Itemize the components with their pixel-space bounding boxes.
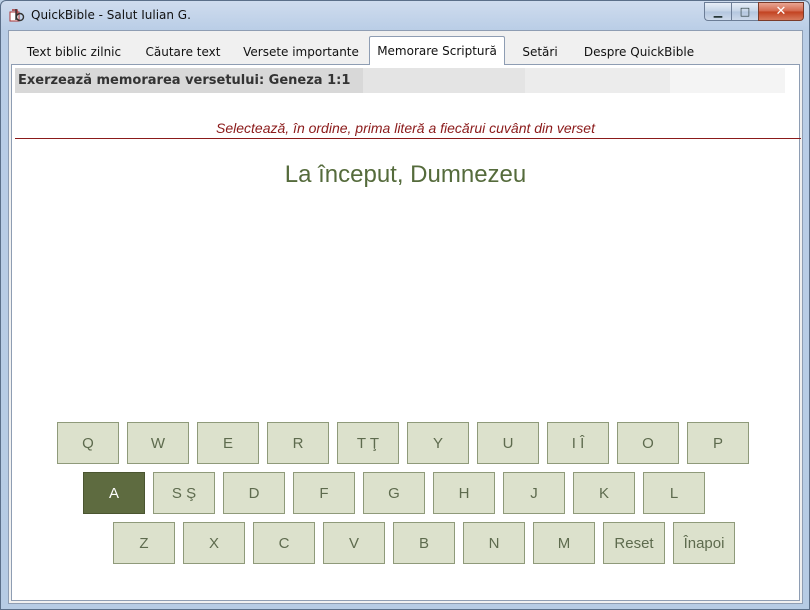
key-o[interactable]: O xyxy=(617,422,679,464)
key-l[interactable]: L xyxy=(643,472,705,514)
minimize-button[interactable]: ▁ xyxy=(704,2,731,21)
window-title: QuickBible - Salut Iulian G. xyxy=(31,8,191,22)
key-b[interactable]: B xyxy=(393,522,455,564)
instruction-text: Selectează, în ordine, prima literă a fi… xyxy=(216,120,595,136)
key-y[interactable]: Y xyxy=(407,422,469,464)
key-d[interactable]: D xyxy=(223,472,285,514)
key-j[interactable]: J xyxy=(503,472,565,514)
key-z[interactable]: Z xyxy=(113,522,175,564)
reset-button[interactable]: Reset xyxy=(603,522,665,564)
tab-cautare-text[interactable]: Căutare text xyxy=(135,39,231,63)
key-v[interactable]: V xyxy=(323,522,385,564)
key-e[interactable]: E xyxy=(197,422,259,464)
key-p[interactable]: P xyxy=(687,422,749,464)
key-h[interactable]: H xyxy=(433,472,495,514)
tab-versete-importante[interactable]: Versete importante xyxy=(235,39,367,63)
key-f[interactable]: F xyxy=(293,472,355,514)
key-c[interactable]: C xyxy=(253,522,315,564)
key-n[interactable]: N xyxy=(463,522,525,564)
key-w[interactable]: W xyxy=(127,422,189,464)
key-t[interactable]: T Ţ xyxy=(337,422,399,464)
memorize-panel: Exerzează memorarea versetului: Geneza 1… xyxy=(11,64,801,601)
divider xyxy=(15,138,801,139)
tab-text-biblic-zilnic[interactable]: Text biblic zilnic xyxy=(15,39,133,63)
close-icon: ✕ xyxy=(775,4,787,19)
minimize-icon: ▁ xyxy=(713,5,723,18)
maximize-button[interactable]: □ xyxy=(731,2,758,21)
key-i[interactable]: I Î xyxy=(547,422,609,464)
tab-setari[interactable]: Setări xyxy=(511,39,569,63)
quickbible-app-icon xyxy=(9,9,25,22)
tab-despre-quickbible[interactable]: Despre QuickBible xyxy=(577,39,701,63)
maximize-icon: □ xyxy=(739,5,751,18)
tab-memorare-scriptura[interactable]: Memorare Scriptură xyxy=(369,36,505,65)
key-u[interactable]: U xyxy=(477,422,539,464)
exercise-title: Exerzează memorarea versetului: Geneza 1… xyxy=(18,73,351,88)
key-s[interactable]: S Ş xyxy=(153,472,215,514)
key-m[interactable]: M xyxy=(533,522,595,564)
tab-strip: Text biblic zilnic Căutare text Versete … xyxy=(11,36,801,65)
key-r[interactable]: R xyxy=(267,422,329,464)
back-button[interactable]: Înapoi xyxy=(673,522,735,564)
key-k[interactable]: K xyxy=(573,472,635,514)
key-a[interactable]: A xyxy=(83,472,145,514)
key-x[interactable]: X xyxy=(183,522,245,564)
client-area: Text biblic zilnic Căutare text Versete … xyxy=(8,30,803,604)
exercise-header: Exerzează memorarea versetului: Geneza 1… xyxy=(15,68,785,93)
verse-progress: La început, Dumnezeu xyxy=(284,161,527,188)
title-bar[interactable]: QuickBible - Salut Iulian G. ▁ □ ✕ xyxy=(1,1,809,29)
close-button[interactable]: ✕ xyxy=(758,2,804,21)
app-window: QuickBible - Salut Iulian G. ▁ □ ✕ Text … xyxy=(0,0,810,610)
window-controls: ▁ □ ✕ xyxy=(704,2,804,21)
key-q[interactable]: Q xyxy=(57,422,119,464)
key-g[interactable]: G xyxy=(363,472,425,514)
